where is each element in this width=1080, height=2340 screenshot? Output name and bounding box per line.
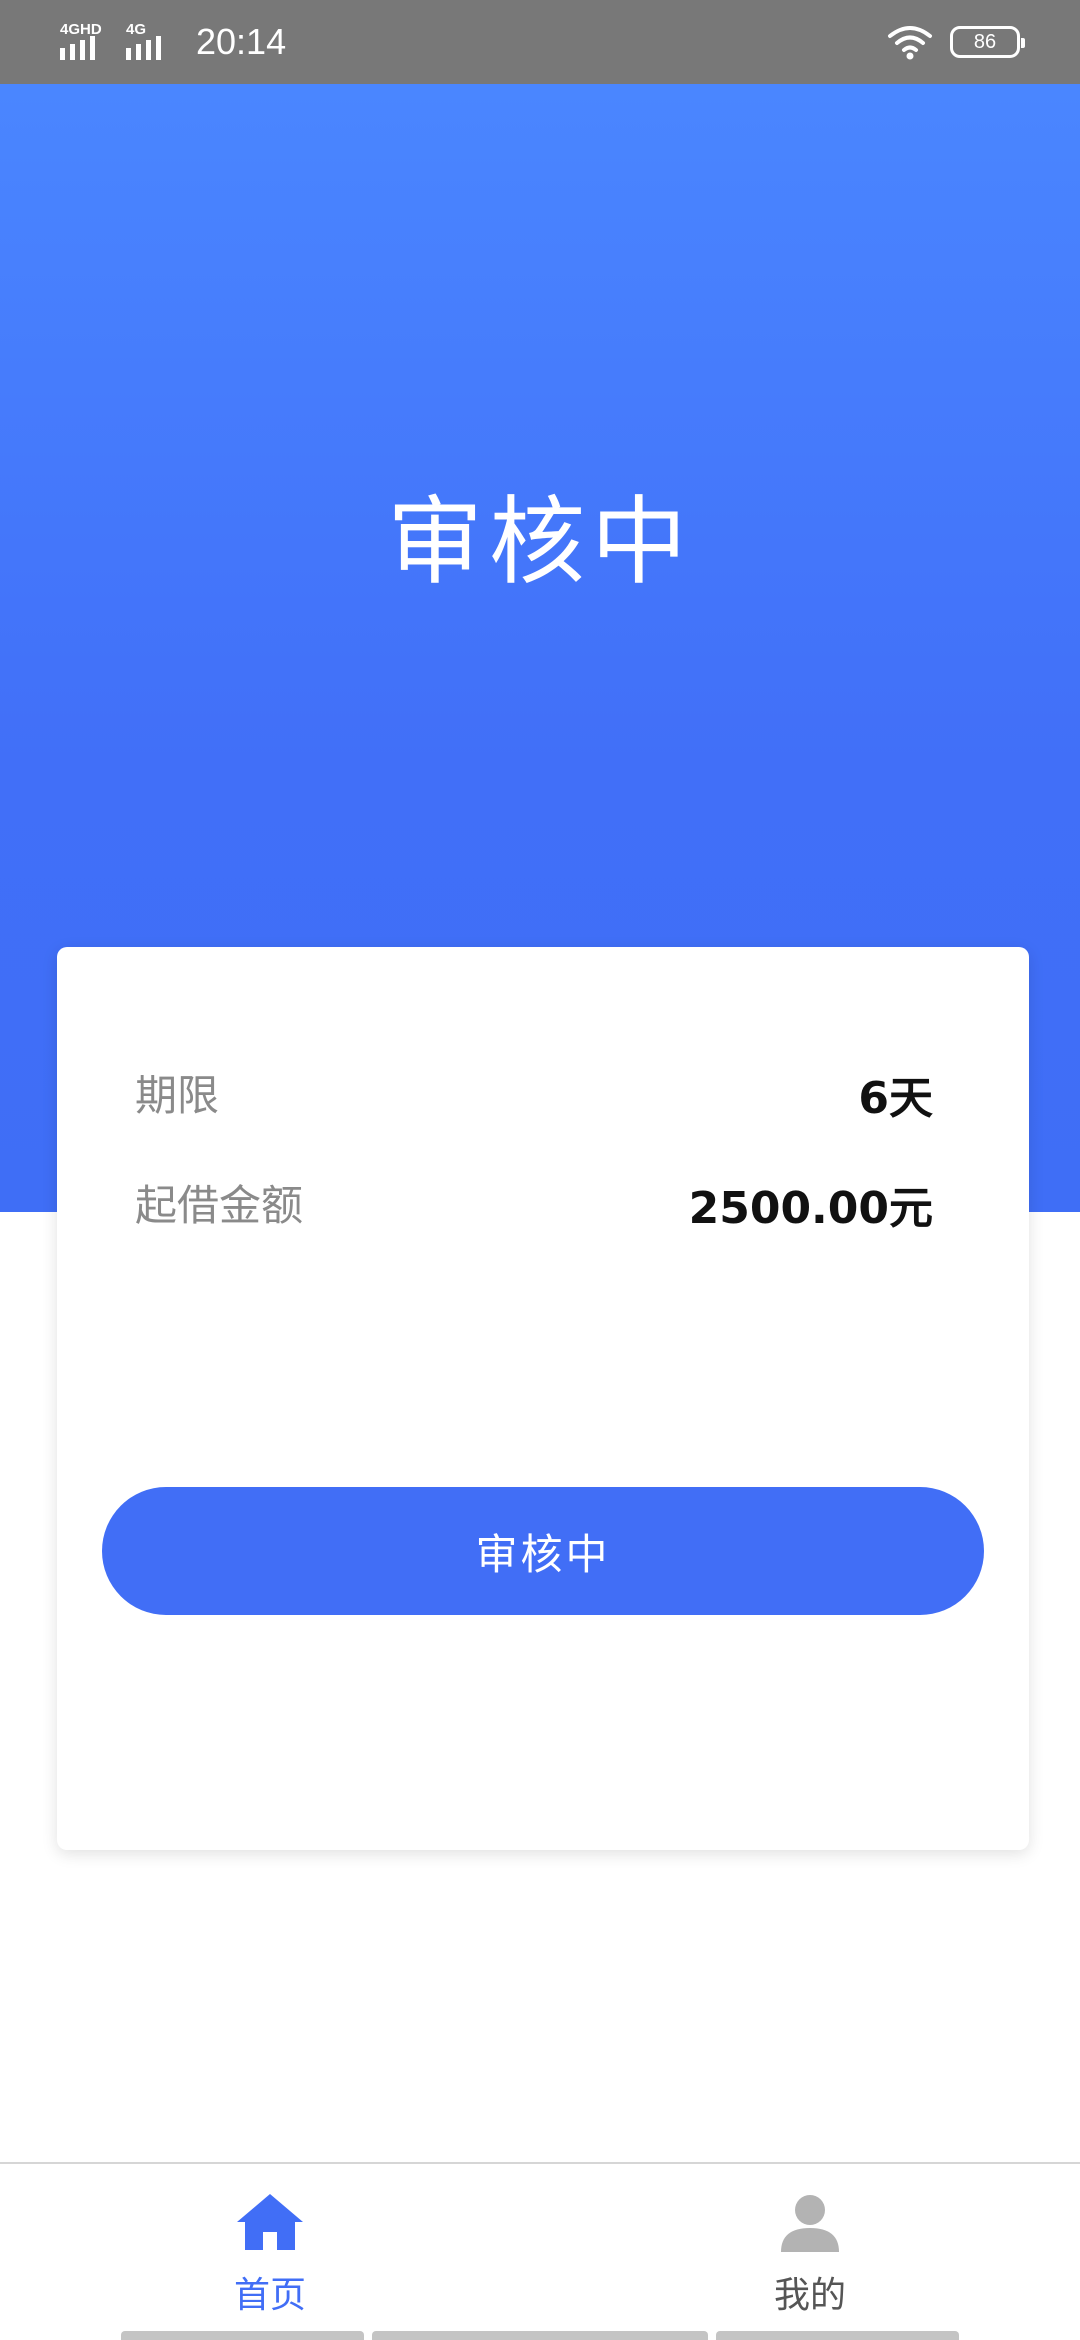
gesture-bar-segment (121, 2331, 364, 2340)
battery-icon: 86 (950, 26, 1025, 58)
status-right: 86 (886, 20, 1025, 64)
nav-item-mine[interactable]: 我的 (710, 2184, 910, 2324)
signal-label-1: 4GHD (60, 21, 102, 38)
status-bar: 4GHD 4G 20:14 86 (0, 0, 1080, 84)
nav-label-home: 首页 (233, 2275, 306, 2316)
amount-label: 起借金额 (135, 1181, 304, 1230)
info-row-term: 期限 6天 (135, 1062, 1011, 1124)
signal-icon-1: 4GHD (60, 22, 110, 62)
gesture-bar-segment (716, 2331, 959, 2340)
wifi-icon (888, 26, 932, 60)
loan-info-card: 期限 6天 起借金额 2500.00元 审核中 (57, 947, 1029, 1850)
amount-value: 2500.00元 (688, 1183, 933, 1234)
info-row-amount: 起借金额 2500.00元 (135, 1172, 1011, 1234)
hero-title: 审核中 (387, 486, 693, 598)
bottom-nav: 首页 我的 (0, 2162, 1080, 2340)
nav-item-home[interactable]: 首页 (170, 2184, 370, 2324)
signal-label-2: 4G (126, 21, 147, 38)
user-icon (781, 2195, 839, 2252)
signal-icon-2: 4G (126, 22, 176, 62)
nav-label-mine: 我的 (773, 2275, 846, 2316)
term-value: 6天 (858, 1073, 933, 1124)
gesture-bar-segment (372, 2331, 708, 2340)
review-status-button[interactable]: 审核中 (102, 1487, 984, 1615)
term-label: 期限 (135, 1071, 220, 1120)
status-left: 4GHD 4G 20:14 (60, 18, 286, 66)
home-icon (237, 2194, 303, 2250)
battery-level: 86 (973, 30, 997, 53)
status-time: 20:14 (196, 21, 287, 62)
